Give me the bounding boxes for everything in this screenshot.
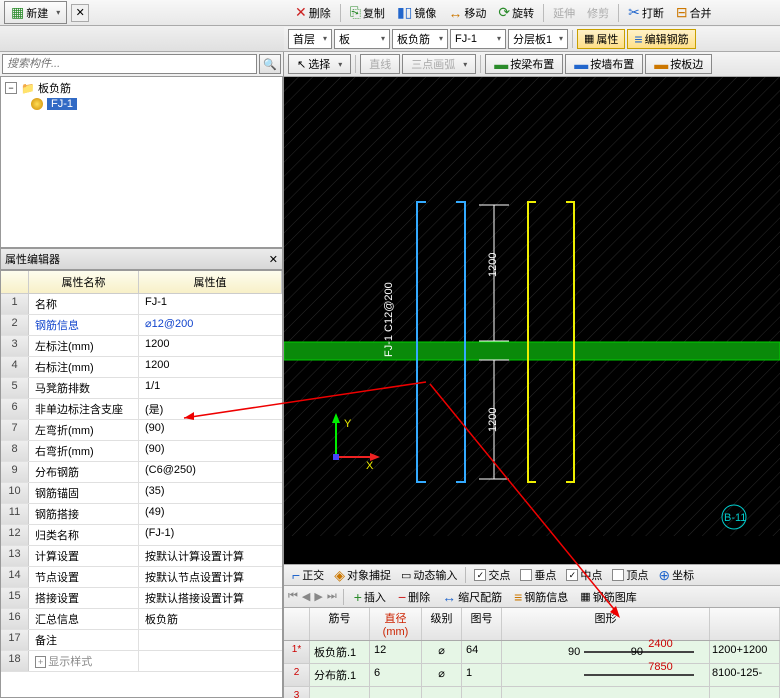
new-button[interactable]: ▦新建▾ bbox=[4, 1, 67, 24]
ortho-toggle[interactable]: ⌐正交 bbox=[288, 566, 328, 584]
attribute-button[interactable]: ▦属性 bbox=[577, 29, 625, 49]
delete-row-button[interactable]: −删除 bbox=[394, 588, 434, 606]
tree-root-label: 板负筋 bbox=[38, 80, 71, 96]
mirror-button[interactable]: ▮▯镜像 bbox=[392, 2, 441, 23]
col-fig: 图号 bbox=[462, 608, 502, 640]
prop-row[interactable]: 17备注 bbox=[1, 630, 282, 651]
insert-button[interactable]: +插入 bbox=[350, 588, 390, 606]
collapse-icon[interactable]: − bbox=[5, 82, 17, 94]
prop-row[interactable]: 8右弯折(mm)(90) bbox=[1, 441, 282, 462]
col-level: 级别 bbox=[422, 608, 462, 640]
floor-dropdown[interactable]: 首层▾ bbox=[288, 29, 332, 49]
dyn-input-toggle[interactable]: ▭动态输入 bbox=[397, 566, 461, 584]
nav-last-icon[interactable]: ⏭ bbox=[327, 590, 337, 603]
nav-next-icon[interactable]: ▶ bbox=[314, 590, 322, 603]
select-button[interactable]: ↖选择▾ bbox=[288, 54, 351, 74]
prop-row[interactable]: 12归类名称(FJ-1) bbox=[1, 525, 282, 546]
trim-button[interactable]: 修剪 bbox=[582, 3, 614, 23]
extend-button[interactable]: 延伸 bbox=[548, 3, 580, 23]
prop-row[interactable]: 4右标注(mm)1200 bbox=[1, 357, 282, 378]
merge-button[interactable]: ⊟合并 bbox=[671, 2, 717, 23]
move-button[interactable]: ↔移动 bbox=[443, 3, 491, 23]
mid-snap[interactable]: ✓中点 bbox=[562, 566, 606, 584]
property-editor-header: 属性编辑器 ✕ bbox=[0, 248, 283, 270]
nav-prev-icon[interactable]: ◀ bbox=[302, 590, 310, 603]
table-row[interactable]: 2分布筋.16⌀178508100-125- bbox=[284, 664, 780, 687]
table-row[interactable]: 1*板负筋.112⌀64902400901200+1200 bbox=[284, 641, 780, 664]
by-beam-button[interactable]: ▬按梁布置 bbox=[485, 54, 563, 74]
prop-row[interactable]: 2钢筋信息⌀12@200 bbox=[1, 315, 282, 336]
osnap-toggle[interactable]: ◈对象捕捉 bbox=[330, 566, 395, 585]
item-dropdown[interactable]: FJ-1▾ bbox=[450, 29, 506, 49]
copy-button[interactable]: ⎘复制 bbox=[345, 2, 390, 23]
category-dropdown[interactable]: 板▾ bbox=[334, 29, 390, 49]
prop-row[interactable]: 13计算设置按默认计算设置计算 bbox=[1, 546, 282, 567]
perp-snap[interactable]: 垂点 bbox=[516, 566, 560, 584]
scale-button[interactable]: ↔缩尺配筋 bbox=[438, 588, 506, 606]
line-button[interactable]: 直线 bbox=[360, 54, 400, 74]
prop-row[interactable]: 7左弯折(mm)(90) bbox=[1, 420, 282, 441]
delete-button[interactable]: ✕删除 bbox=[290, 2, 336, 23]
by-wall-button[interactable]: ▬按墙布置 bbox=[565, 54, 643, 74]
callout: FJ-1 C12@200 bbox=[383, 282, 395, 357]
component-tree[interactable]: − 📁 板负筋 FJ-1 bbox=[0, 76, 283, 248]
dim-top: 1200 bbox=[487, 253, 499, 277]
prop-row[interactable]: 16汇总信息板负筋 bbox=[1, 609, 282, 630]
nav-first-icon[interactable]: ⏮ bbox=[288, 590, 298, 603]
coord-button[interactable]: ⊕坐标 bbox=[654, 566, 698, 585]
top-snap[interactable]: 顶点 bbox=[608, 566, 652, 584]
dim-bot: 1200 bbox=[487, 408, 499, 432]
prop-row[interactable]: 5马凳筋排数1/1 bbox=[1, 378, 282, 399]
prop-row[interactable]: 6非单边标注含支座(是) bbox=[1, 399, 282, 420]
prop-row[interactable]: 14节点设置按默认节点设置计算 bbox=[1, 567, 282, 588]
prop-head-name: 属性名称 bbox=[29, 271, 139, 293]
svg-text:Y: Y bbox=[344, 418, 352, 430]
col-dia: 直径(mm) bbox=[370, 608, 422, 640]
rebar-info-button[interactable]: ≡钢筋信息 bbox=[510, 588, 572, 606]
close-icon[interactable]: ✕ bbox=[269, 253, 278, 266]
prop-row[interactable]: 10钢筋锚固(35) bbox=[1, 483, 282, 504]
tree-child[interactable]: FJ-1 bbox=[29, 97, 280, 111]
svg-text:X: X bbox=[366, 460, 374, 472]
prop-row[interactable]: 11钢筋搭接(49) bbox=[1, 504, 282, 525]
col-shape: 图形 bbox=[502, 608, 710, 640]
tree-child-label: FJ-1 bbox=[47, 98, 77, 110]
prop-row[interactable]: 9分布钢筋(C6@250) bbox=[1, 462, 282, 483]
subcategory-dropdown[interactable]: 板负筋▾ bbox=[392, 29, 448, 49]
prop-row[interactable]: 15搭接设置按默认搭接设置计算 bbox=[1, 588, 282, 609]
tree-root[interactable]: − 📁 板负筋 bbox=[3, 79, 280, 97]
drawing-canvas[interactable]: 1200 1200 FJ-1 C12@200 Y X B-11 bbox=[284, 77, 780, 564]
component-icon bbox=[31, 98, 43, 110]
by-board-button[interactable]: ▬按板边 bbox=[645, 54, 712, 74]
prop-row[interactable]: 3左标注(mm)1200 bbox=[1, 336, 282, 357]
prop-row[interactable]: 1名称FJ-1 bbox=[1, 294, 282, 315]
close-icon[interactable]: ✕ bbox=[71, 4, 89, 22]
table-row[interactable]: 3 bbox=[284, 687, 780, 698]
col-code: 筋号 bbox=[310, 608, 370, 640]
grid-label: B-11 bbox=[724, 512, 746, 524]
edit-rebar-button[interactable]: ≡编辑钢筋 bbox=[627, 29, 695, 49]
property-grid[interactable]: 属性名称 属性值 1名称FJ-12钢筋信息⌀12@2003左标注(mm)1200… bbox=[0, 270, 283, 698]
layer-dropdown[interactable]: 分层板1▾ bbox=[508, 29, 568, 49]
cross-snap[interactable]: ✓交点 bbox=[470, 566, 514, 584]
prop-row[interactable]: 18+显示样式 bbox=[1, 651, 282, 672]
search-input[interactable] bbox=[2, 54, 257, 74]
prop-head-val: 属性值 bbox=[139, 271, 282, 293]
rotate-button[interactable]: ⟳旋转 bbox=[493, 2, 539, 23]
arc-button[interactable]: 三点画弧▾ bbox=[402, 54, 476, 74]
rebar-lib-button[interactable]: ▦钢筋图库 bbox=[576, 588, 640, 606]
search-button[interactable]: 🔍 bbox=[259, 54, 281, 74]
break-button[interactable]: ✂打断 bbox=[623, 2, 669, 23]
result-table[interactable]: 筋号 直径(mm) 级别 图号 图形 1*板负筋.112⌀64902400901… bbox=[284, 608, 780, 698]
